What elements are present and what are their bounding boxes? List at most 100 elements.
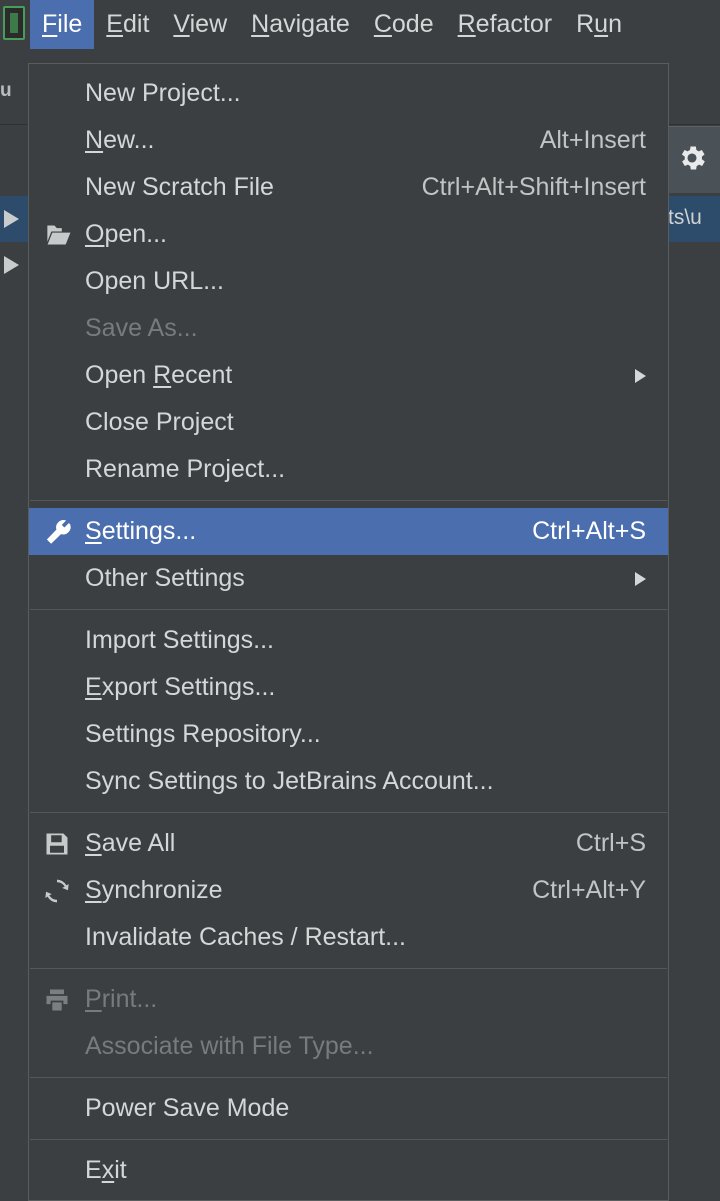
menu-item-save-as: Save As... bbox=[29, 305, 668, 352]
menu-item-sync-settings-to-jetbrains-account[interactable]: Sync Settings to JetBrains Account... bbox=[29, 758, 668, 805]
submenu-arrow-icon bbox=[635, 369, 646, 383]
menu-separator bbox=[30, 1139, 667, 1140]
menu-item-label: Print... bbox=[85, 987, 157, 1012]
menu-item-settings[interactable]: Settings... Ctrl+Alt+S bbox=[29, 508, 668, 555]
menu-item-icon-slot bbox=[39, 453, 85, 487]
submenu-arrow-icon bbox=[635, 572, 646, 586]
menu-item-icon-slot bbox=[39, 562, 85, 596]
menubar-item-label: Refactor bbox=[458, 12, 553, 37]
wrench-icon bbox=[39, 515, 85, 549]
menu-item-shortcut: Ctrl+Alt+S bbox=[532, 519, 646, 544]
menu-item-icon-slot bbox=[39, 765, 85, 799]
menubar-item-code[interactable]: Code bbox=[362, 0, 446, 49]
menu-item-shortcut: Ctrl+Alt+Shift+Insert bbox=[422, 175, 646, 200]
menu-item-label: Close Project bbox=[85, 410, 234, 435]
menubar-item-label: Run bbox=[576, 12, 622, 37]
menu-item-icon-slot bbox=[39, 1092, 85, 1126]
menu-item-print: Print... bbox=[29, 976, 668, 1023]
menu-item-label: Synchronize bbox=[85, 878, 223, 903]
tree-expand-arrow-icon[interactable] bbox=[4, 256, 19, 274]
menu-item-icon-slot bbox=[39, 921, 85, 955]
folder-open-icon bbox=[39, 218, 85, 252]
menu-item-label: Settings... bbox=[85, 519, 196, 544]
menu-item-rename-project[interactable]: Rename Project... bbox=[29, 446, 668, 493]
menu-separator bbox=[30, 609, 667, 610]
menu-item-new[interactable]: New... Alt+Insert bbox=[29, 117, 668, 164]
menu-item-label: Associate with File Type... bbox=[85, 1034, 374, 1059]
menu-item-label: Open URL... bbox=[85, 269, 224, 294]
menu-item-settings-repository[interactable]: Settings Repository... bbox=[29, 711, 668, 758]
menu-item-label: New Scratch File bbox=[85, 175, 274, 200]
menu-item-icon-slot bbox=[39, 718, 85, 752]
menu-item-icon-slot bbox=[39, 624, 85, 658]
menu-item-label: Settings Repository... bbox=[85, 722, 321, 747]
menu-item-export-settings[interactable]: Export Settings... bbox=[29, 664, 668, 711]
gear-icon[interactable] bbox=[676, 142, 708, 174]
menu-item-icon-slot bbox=[39, 359, 85, 393]
menu-item-label: Open... bbox=[85, 222, 167, 247]
menu-item-close-project[interactable]: Close Project bbox=[29, 399, 668, 446]
menu-item-open-url[interactable]: Open URL... bbox=[29, 258, 668, 305]
menu-item-new-project[interactable]: New Project... bbox=[29, 70, 668, 117]
printer-icon bbox=[39, 983, 85, 1017]
menu-item-label: Sync Settings to JetBrains Account... bbox=[85, 769, 494, 794]
menu-item-icon-slot bbox=[39, 265, 85, 299]
menu-item-label: New Project... bbox=[85, 81, 241, 106]
menu-item-icon-slot bbox=[39, 77, 85, 111]
file-menu-dropdown: New Project... New... Alt+Insert New Scratc… bbox=[28, 63, 669, 1201]
menu-item-label: Save As... bbox=[85, 316, 198, 341]
menu-item-icon-slot bbox=[39, 406, 85, 440]
menu-item-icon-slot bbox=[39, 124, 85, 158]
menu-item-synchronize[interactable]: Synchronize Ctrl+Alt+Y bbox=[29, 867, 668, 914]
menu-item-label: Save All bbox=[85, 831, 175, 856]
menubar-item-label: File bbox=[42, 12, 82, 37]
menu-item-label: Exit bbox=[85, 1158, 127, 1183]
menubar-item-run[interactable]: Run bbox=[564, 0, 634, 49]
menu-item-label: Power Save Mode bbox=[85, 1096, 289, 1121]
refresh-icon bbox=[39, 874, 85, 908]
menu-item-label: Open Recent bbox=[85, 363, 232, 388]
save-floppy-icon bbox=[39, 827, 85, 861]
menu-item-open[interactable]: Open... bbox=[29, 211, 668, 258]
menubar-item-refactor[interactable]: Refactor bbox=[446, 0, 565, 49]
menubar: File Edit View Navigate Code Refactor Run bbox=[0, 0, 720, 49]
menu-item-icon-slot bbox=[39, 671, 85, 705]
menu-item-import-settings[interactable]: Import Settings... bbox=[29, 617, 668, 664]
menubar-item-label: Code bbox=[374, 12, 434, 37]
menu-item-label: New... bbox=[85, 128, 154, 153]
menu-separator bbox=[30, 500, 667, 501]
menu-item-icon-slot bbox=[39, 312, 85, 346]
menubar-item-file[interactable]: File bbox=[30, 0, 94, 49]
menubar-item-edit[interactable]: Edit bbox=[94, 0, 161, 49]
menu-item-associate-with-file-type: Associate with File Type... bbox=[29, 1023, 668, 1070]
menu-item-power-save-mode[interactable]: Power Save Mode bbox=[29, 1085, 668, 1132]
breadcrumb-path-text: ts\u bbox=[668, 206, 702, 230]
menubar-item-label: Navigate bbox=[251, 12, 350, 37]
menu-separator bbox=[30, 968, 667, 969]
tree-expand-arrow-icon[interactable] bbox=[4, 210, 19, 228]
menu-item-other-settings[interactable]: Other Settings bbox=[29, 555, 668, 602]
menu-item-shortcut: Ctrl+Alt+Y bbox=[532, 878, 646, 903]
menu-item-icon-slot bbox=[39, 1030, 85, 1064]
menu-item-label: Invalidate Caches / Restart... bbox=[85, 925, 406, 950]
project-tree-label: u bbox=[0, 80, 30, 102]
menu-separator bbox=[30, 1077, 667, 1078]
menu-item-icon-slot bbox=[39, 171, 85, 205]
menu-item-exit[interactable]: Exit bbox=[29, 1147, 668, 1194]
menu-item-save-all[interactable]: Save All Ctrl+S bbox=[29, 820, 668, 867]
menu-item-open-recent[interactable]: Open Recent bbox=[29, 352, 668, 399]
menu-item-label: Rename Project... bbox=[85, 457, 285, 482]
menu-item-shortcut: Alt+Insert bbox=[540, 128, 646, 153]
menu-item-shortcut: Ctrl+S bbox=[576, 831, 646, 856]
menu-item-label: Other Settings bbox=[85, 566, 245, 591]
menubar-item-navigate[interactable]: Navigate bbox=[239, 0, 362, 49]
menubar-item-view[interactable]: View bbox=[161, 0, 239, 49]
menubar-item-label: Edit bbox=[106, 12, 149, 37]
menubar-item-label: View bbox=[173, 12, 227, 37]
menu-item-new-scratch-file[interactable]: New Scratch File Ctrl+Alt+Shift+Insert bbox=[29, 164, 668, 211]
menu-item-label: Export Settings... bbox=[85, 675, 275, 700]
menu-item-icon-slot bbox=[39, 1154, 85, 1188]
menu-separator bbox=[30, 812, 667, 813]
menu-item-invalidate-caches-restart[interactable]: Invalidate Caches / Restart... bbox=[29, 914, 668, 961]
menu-item-label: Import Settings... bbox=[85, 628, 274, 653]
